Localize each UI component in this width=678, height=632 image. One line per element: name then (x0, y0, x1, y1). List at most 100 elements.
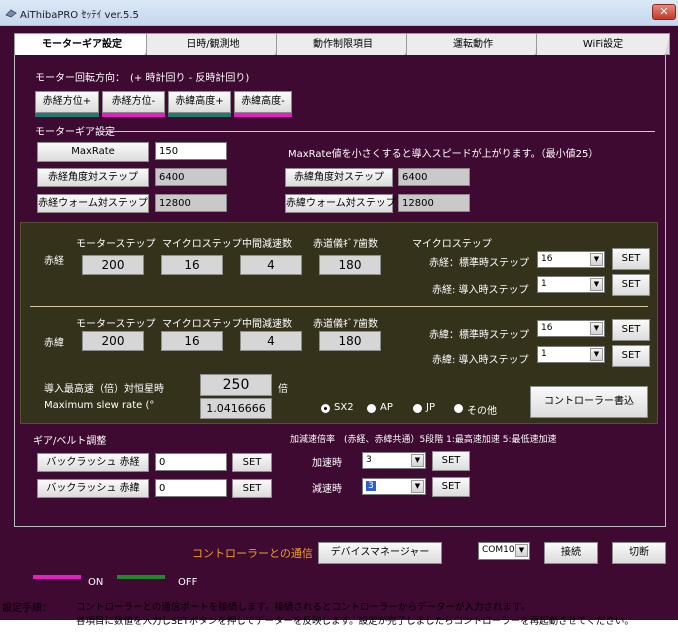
chevron-down-icon[interactable]: ▼ (411, 480, 424, 493)
ra-gear-teeth[interactable]: 180 (319, 255, 381, 275)
tab-motion-limits[interactable]: 動作制限項目 (276, 33, 410, 55)
gear-teeth-header: 赤道儀ｷﾞｱ歯数 (313, 239, 378, 250)
window-title: AiThibaPRO ｾｯﾃｲ ver.5.5 (20, 10, 139, 21)
ra-goto-step-set-button[interactable]: SET (612, 274, 650, 296)
dec-plus-indicator (168, 113, 231, 117)
ra-standard-step-label: 赤経：標準時ステップ (429, 258, 529, 269)
gear-belt-label: ギア/ベルト調整 (33, 436, 107, 447)
maxrate-input[interactable] (155, 142, 227, 160)
dec-backlash-button[interactable]: バックラッシュ 赤緯 (37, 479, 149, 498)
radio-jp-label: JP (426, 402, 435, 413)
app-icon (5, 9, 17, 18)
ra-standard-step-select[interactable]: 16 ▼ (537, 251, 605, 268)
gear-teeth-header: 赤道儀ｷﾞｱ歯数 (313, 319, 378, 330)
legend-off-label: OFF (178, 577, 198, 588)
ra-backlash-input[interactable] (155, 453, 227, 471)
motor-step-header: モーターステップ (76, 239, 156, 250)
legend-on-label: ON (88, 577, 104, 588)
ra-row-label: 赤経 (44, 256, 64, 267)
accel-select[interactable]: 3 ▼ (362, 452, 426, 469)
ra-backlash-button[interactable]: バックラッシュ 赤経 (37, 453, 149, 472)
slew-rate-label: Maximum slew rate (° (44, 400, 155, 411)
comm-label: コントローラーとの通信 (192, 547, 313, 560)
chevron-down-icon[interactable]: ▼ (515, 544, 528, 557)
ra-worm-step-input[interactable] (155, 194, 227, 212)
ra-motor-step[interactable]: 200 (82, 255, 144, 275)
accel-label: 加減速倍率 (赤経、赤緯共通）5段階 1:最高速加速 5:最低速加速 (290, 435, 557, 445)
instructions-prefix: 設定手順： (2, 603, 52, 614)
ra-reduction[interactable]: 4 (240, 255, 302, 275)
tab-operation[interactable]: 運転動作 (406, 33, 540, 55)
radio-ap[interactable] (367, 404, 376, 413)
dec-micro-step[interactable]: 16 (161, 331, 223, 351)
close-button[interactable]: ✕ (652, 4, 676, 20)
dec-plus-button[interactable]: 赤緯高度+ (168, 91, 231, 113)
dec-standard-step-set-button[interactable]: SET (612, 319, 650, 341)
ra-goto-step-label: 赤経: 導入時ステップ (432, 285, 529, 296)
chevron-down-icon[interactable]: ▼ (590, 278, 603, 291)
ra-minus-indicator (102, 113, 165, 117)
direction-label: モーター回転方向： (+ 時計回り - 反時計回り) (35, 73, 250, 84)
dec-goto-step-label: 赤緯: 導入時ステップ (432, 355, 529, 366)
dec-minus-button[interactable]: 赤緯高度- (234, 91, 292, 113)
slew-rate-value: 1.0416666 (200, 398, 272, 419)
ra-plus-button[interactable]: 赤経方位+ (35, 91, 99, 113)
chevron-down-icon[interactable]: ▼ (590, 253, 603, 266)
dec-minus-indicator (234, 113, 292, 117)
accel-time-label: 加速時 (312, 458, 342, 469)
chevron-down-icon[interactable]: ▼ (411, 454, 424, 467)
micro-step-header: マイクロステップ (162, 319, 242, 330)
dec-worm-step-button[interactable]: 赤緯ウォーム対ステップ (285, 194, 396, 213)
decel-select[interactable]: 3 ▼ (362, 478, 426, 495)
tab-wifi[interactable]: WiFi設定 (536, 33, 670, 55)
controller-write-button[interactable]: コントローラー書込 (530, 386, 648, 418)
connect-button[interactable]: 接続 (544, 542, 598, 564)
ra-micro-step[interactable]: 16 (161, 255, 223, 275)
disconnect-button[interactable]: 切断 (612, 542, 666, 564)
dec-standard-step-label: 赤緯：標準時ステップ (429, 330, 529, 341)
dec-reduction[interactable]: 4 (240, 331, 302, 351)
max-speed-value[interactable]: 250 (200, 374, 272, 396)
dec-angle-step-input[interactable] (398, 168, 470, 186)
dec-worm-step-input[interactable] (398, 194, 470, 212)
maxrate-button[interactable]: MaxRate (37, 142, 149, 162)
stepper-divider (30, 306, 648, 307)
microstep-select-header: マイクロステップ (412, 239, 492, 250)
dec-angle-step-button[interactable]: 赤緯角度対ステップ (285, 168, 393, 187)
chevron-down-icon[interactable]: ▼ (590, 322, 603, 335)
ra-plus-indicator (35, 113, 99, 117)
max-speed-label: 導入最高速（倍）対恒星時 (44, 384, 164, 395)
ra-standard-step-set-button[interactable]: SET (612, 248, 650, 270)
port-select[interactable]: COM10 ▼ (478, 542, 530, 560)
ra-worm-step-button[interactable]: 赤経ウォーム対ステップ (37, 194, 149, 213)
device-manager-button[interactable]: デバイスマネージャー (318, 542, 442, 564)
ra-backlash-set-button[interactable]: SET (232, 453, 272, 472)
instructions-line1: コントローラーとの通信ポートを接続します。接続されるとコントローラーからデーター… (76, 602, 531, 613)
decel-set-button[interactable]: SET (432, 477, 470, 497)
radio-other-label: その他 (467, 406, 497, 417)
dec-backlash-input[interactable] (155, 479, 227, 497)
tab-datetime-location[interactable]: 日時/観測地 (146, 33, 280, 55)
radio-other[interactable] (454, 404, 463, 413)
radio-jp[interactable] (413, 404, 422, 413)
chevron-down-icon[interactable]: ▼ (590, 348, 603, 361)
reduction-header: 中間減速数 (242, 239, 292, 250)
radio-sx2[interactable] (321, 404, 330, 413)
dec-goto-step-select[interactable]: 1 ▼ (537, 346, 605, 363)
dec-motor-step[interactable]: 200 (82, 331, 144, 351)
tab-motor-gear[interactable]: モーターギア設定 (14, 33, 150, 55)
ra-minus-button[interactable]: 赤経方位- (102, 91, 165, 113)
dec-goto-step-set-button[interactable]: SET (612, 345, 650, 367)
accel-set-button[interactable]: SET (432, 451, 470, 471)
dec-standard-step-select[interactable]: 16 ▼ (537, 320, 605, 337)
radio-sx2-label: SX2 (334, 402, 354, 413)
dec-backlash-set-button[interactable]: SET (232, 479, 272, 498)
ra-angle-step-input[interactable] (155, 168, 227, 186)
ra-goto-step-select[interactable]: 1 ▼ (537, 276, 605, 293)
decel-time-label: 減速時 (312, 484, 342, 495)
off-color-swatch (117, 575, 165, 579)
on-color-swatch (33, 575, 81, 579)
ra-angle-step-button[interactable]: 赤経角度対ステップ (37, 168, 149, 187)
dec-gear-teeth[interactable]: 180 (319, 331, 381, 351)
dec-row-label: 赤緯 (44, 338, 64, 349)
